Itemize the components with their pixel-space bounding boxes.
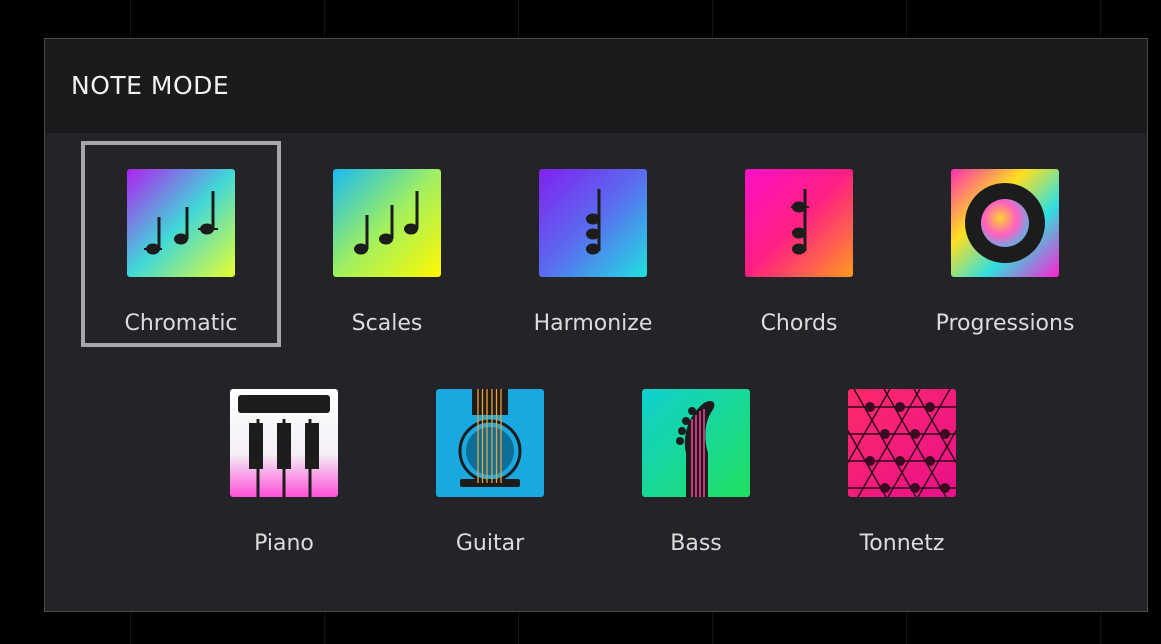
mode-label: Chromatic bbox=[124, 311, 238, 336]
progression-ring-icon bbox=[951, 169, 1059, 277]
mode-label: Chords bbox=[760, 311, 838, 336]
mode-scales[interactable]: Scales bbox=[287, 141, 487, 347]
guitar-body-icon bbox=[436, 389, 544, 497]
dialog-title: NOTE MODE bbox=[71, 71, 230, 100]
mode-label: Bass bbox=[670, 531, 722, 556]
mode-chromatic[interactable]: Chromatic bbox=[81, 141, 281, 347]
mode-bass[interactable]: Bass bbox=[596, 361, 796, 567]
note-mode-dialog: NOTE MODE Chromatic Scales Harmonize Cho… bbox=[44, 38, 1148, 612]
mode-harmonize[interactable]: Harmonize bbox=[493, 141, 693, 347]
mode-chords[interactable]: Chords bbox=[699, 141, 899, 347]
mode-label: Scales bbox=[351, 311, 423, 336]
mode-guitar[interactable]: Guitar bbox=[390, 361, 590, 567]
piano-keys-icon bbox=[230, 389, 338, 497]
mode-label: Guitar bbox=[455, 531, 525, 556]
dialog-header: NOTE MODE bbox=[45, 39, 1147, 133]
mode-label: Tonnetz bbox=[859, 531, 945, 556]
mode-label: Harmonize bbox=[533, 311, 653, 336]
mode-piano[interactable]: Piano bbox=[184, 361, 384, 567]
bass-headstock-icon bbox=[642, 389, 750, 497]
mode-tonnetz[interactable]: Tonnetz bbox=[802, 361, 1002, 567]
chromatic-notes-icon bbox=[127, 169, 235, 277]
mode-label: Progressions bbox=[935, 311, 1075, 336]
scale-notes-icon bbox=[333, 169, 441, 277]
mode-progressions[interactable]: Progressions bbox=[905, 141, 1105, 347]
chord-notes-icon bbox=[745, 169, 853, 277]
tonnetz-grid-icon bbox=[848, 389, 956, 497]
mode-label: Piano bbox=[254, 531, 314, 556]
harmonize-notes-icon bbox=[539, 169, 647, 277]
